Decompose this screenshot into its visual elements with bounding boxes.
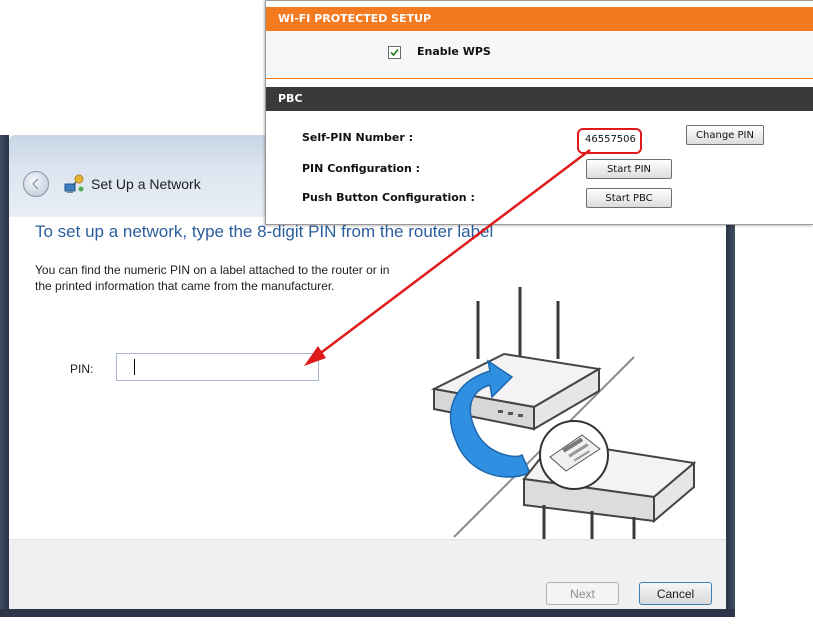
router-illustration — [430, 287, 697, 549]
next-button[interactable]: Next — [546, 582, 619, 605]
dialog-title: Set Up a Network — [91, 176, 201, 192]
network-setup-icon — [64, 174, 84, 193]
wps-section-body: Enable WPS — [266, 31, 813, 79]
wps-section-header: WI-FI PROTECTED SETUP — [266, 7, 813, 31]
back-arrow-icon — [31, 178, 39, 190]
dialog-footer: Next Cancel — [9, 539, 726, 609]
window-frame-bottom — [0, 609, 735, 617]
instruction-text: You can find the numeric PIN on a label … — [35, 263, 390, 293]
cancel-button[interactable]: Cancel — [639, 582, 712, 605]
start-pbc-button[interactable]: Start PBC — [586, 188, 672, 208]
window-frame-left — [0, 135, 9, 617]
back-button[interactable] — [23, 171, 49, 197]
dialog-content: To set up a network, type the 8-digit PI… — [9, 217, 726, 549]
self-pin-label: Self-PIN Number : — [302, 131, 413, 144]
enable-wps-checkbox[interactable] — [388, 46, 401, 59]
push-button-configuration-label: Push Button Configuration : — [302, 191, 475, 204]
pin-configuration-label: PIN Configuration : — [302, 162, 421, 175]
window-frame-right — [726, 215, 735, 617]
change-pin-button[interactable]: Change PIN — [686, 125, 764, 145]
checkmark-icon — [390, 48, 399, 57]
instruction-heading: To set up a network, type the 8-digit PI… — [35, 222, 494, 241]
pin-input[interactable] — [116, 353, 319, 381]
pbc-section-header: PBC — [266, 87, 813, 111]
text-cursor — [134, 359, 135, 375]
enable-wps-label: Enable WPS — [417, 45, 491, 58]
router-wps-panel: WI-FI PROTECTED SETUP Enable WPS PBC Sel… — [265, 0, 813, 225]
pin-label: PIN: — [70, 362, 94, 376]
pin-highlight-annotation — [577, 128, 642, 154]
start-pin-button[interactable]: Start PIN — [586, 159, 672, 179]
